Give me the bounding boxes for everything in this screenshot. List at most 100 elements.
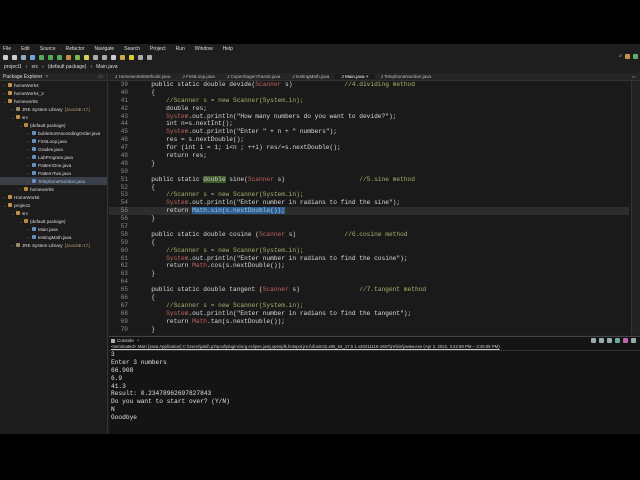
- minimize-icon[interactable]: ▭: [98, 74, 103, 80]
- menu-file[interactable]: File: [3, 46, 11, 52]
- toolbar-button-icon[interactable]: [120, 55, 125, 60]
- console-output[interactable]: 3 Enter 3 numbers 66.908 6.9 41.3 Result: 0.2…: [109, 351, 640, 422]
- breadcrumb-item[interactable]: src: [31, 64, 38, 70]
- toolbar-button-icon[interactable]: [93, 55, 98, 60]
- close-icon[interactable]: ×: [45, 74, 48, 80]
- display-console-icon[interactable]: [631, 338, 636, 343]
- toolbar-button-icon[interactable]: [30, 55, 35, 60]
- toolbar-button-icon[interactable]: [138, 55, 143, 60]
- close-icon[interactable]: ×: [137, 338, 140, 343]
- code-line[interactable]: 51 public static double sine(Scanner s) …: [109, 175, 629, 184]
- code-line[interactable]: 70 }: [109, 326, 629, 334]
- code-line[interactable]: 45 System.out.println("Enter " + n + " n…: [109, 128, 629, 136]
- toolbar-button-icon[interactable]: [102, 55, 107, 60]
- toolbar-button-icon[interactable]: [129, 55, 134, 60]
- tree-item[interactable]: ⌄ src: [0, 209, 107, 217]
- editor-tab[interactable]: J CopenhagenTransit.java: [221, 74, 286, 79]
- tree-item[interactable]: › bubleSortAscendingOrder.java: [0, 129, 107, 137]
- maximize-icon[interactable]: ▭: [632, 74, 636, 80]
- menu-window[interactable]: Window: [195, 46, 213, 52]
- breadcrumb-item[interactable]: Main.java: [96, 64, 117, 70]
- code-area[interactable]: 39 public static double devide(Scanner s…: [109, 81, 629, 334]
- remove-launch-icon[interactable]: [599, 338, 604, 343]
- tree-item[interactable]: ⌄ project1: [0, 201, 107, 209]
- code-line[interactable]: 63 }: [109, 270, 629, 278]
- editor-tab[interactable]: J testingMath.java: [286, 74, 335, 79]
- tree-item[interactable]: › testingMath.java: [0, 233, 107, 241]
- code-line[interactable]: 53 //Scanner s = new Scanner(System.in);: [109, 191, 629, 199]
- close-icon[interactable]: ×: [365, 74, 369, 79]
- code-line[interactable]: 61 System.out.println("Enter number in r…: [109, 255, 629, 263]
- code-line[interactable]: 41 //Scanner s = new Scanner(System.in);: [109, 97, 629, 105]
- code-line[interactable]: 69 return Math.tan(s.nextDouble());: [109, 318, 629, 326]
- code-line[interactable]: 62 return Math.cos(s.nextDouble());: [109, 262, 629, 270]
- tree-item[interactable]: › LabProgram.java: [0, 153, 107, 161]
- code-line[interactable]: 68 System.out.println("Enter number in r…: [109, 310, 629, 318]
- tree-item[interactable]: ⌄ src: [0, 113, 107, 121]
- menu-search[interactable]: Search: [124, 46, 140, 52]
- code-line[interactable]: 42 double res;: [109, 105, 629, 113]
- toolbar-button-icon[interactable]: [48, 55, 53, 60]
- code-line[interactable]: 66 {: [109, 294, 629, 302]
- menu-run[interactable]: Run: [176, 46, 185, 52]
- tree-item[interactable]: › JRE System Library [JavaSE-17]: [0, 105, 107, 113]
- tree-item[interactable]: ⌄ (default package): [0, 217, 107, 225]
- open-perspective-icon[interactable]: [625, 53, 630, 59]
- pin-console-icon[interactable]: [623, 338, 628, 343]
- tree-item[interactable]: ⌄ homework5: [0, 97, 107, 105]
- editor-tab[interactable]: J Homework6Methods.java: [109, 74, 176, 79]
- tree-item[interactable]: › homework5: [0, 185, 107, 193]
- code-editor[interactable]: J Homework6Methods.java J FirstLoop.java J…: [109, 73, 640, 335]
- code-line[interactable]: 52 {: [109, 184, 629, 192]
- toolbar-button-icon[interactable]: [3, 55, 8, 60]
- tree-item[interactable]: › TelephoneNumber.java: [0, 177, 107, 185]
- tree-item[interactable]: › PatternOne.java: [0, 161, 107, 169]
- code-line[interactable]: 48 return res;: [109, 152, 629, 160]
- package-explorer-title[interactable]: Package Explorer: [3, 74, 42, 80]
- toolbar-button-icon[interactable]: [147, 55, 152, 60]
- code-line[interactable]: 44 int n=s.nextInt();: [109, 120, 629, 128]
- menu-edit[interactable]: Edit: [21, 46, 30, 52]
- toolbar-button-icon[interactable]: [75, 55, 80, 60]
- code-line[interactable]: 47 for (int i = 1; i<n ; ++i) res/=s.nex…: [109, 144, 629, 152]
- java-perspective-icon[interactable]: [633, 53, 638, 59]
- code-line[interactable]: 65 public static double tangent (Scanner…: [109, 286, 629, 294]
- toolbar-button-icon[interactable]: [111, 55, 116, 60]
- code-line[interactable]: 64: [109, 278, 629, 286]
- tree-item[interactable]: › homeWork4: [0, 81, 107, 89]
- toolbar-button-icon[interactable]: [57, 55, 62, 60]
- code-line[interactable]: 59 {: [109, 239, 629, 247]
- menu-navigate[interactable]: Navigate: [94, 46, 114, 52]
- menu-help[interactable]: Help: [223, 46, 233, 52]
- code-line[interactable]: 49 }: [109, 160, 629, 168]
- editor-tab[interactable]: J FirstLoop.java: [176, 74, 220, 79]
- toolbar-button-icon[interactable]: [84, 55, 89, 60]
- breadcrumb-item[interactable]: project1: [4, 64, 22, 70]
- menu-project[interactable]: Project: [150, 46, 166, 52]
- code-line[interactable]: 67 //Scanner s = new Scanner(System.in);: [109, 302, 629, 310]
- toolbar-button-icon[interactable]: [39, 55, 44, 60]
- code-line[interactable]: 57: [109, 223, 629, 231]
- terminate-icon[interactable]: [591, 338, 596, 343]
- toolbar-button-icon[interactable]: [12, 55, 17, 60]
- code-line[interactable]: 46 res = s.nextDouble();: [109, 136, 629, 144]
- tree-item[interactable]: ⌄ (default package): [0, 121, 107, 129]
- scroll-lock-icon[interactable]: [615, 338, 620, 343]
- code-line[interactable]: 50: [109, 168, 629, 176]
- code-line[interactable]: 55 return Math.sin(s.nextDouble());: [109, 207, 629, 216]
- tree-item[interactable]: › JRE System Library [JavaSE-17]: [0, 241, 107, 249]
- code-line[interactable]: 40 {: [109, 89, 629, 97]
- code-line[interactable]: 60 //Scanner s = new Scanner(System.in);: [109, 247, 629, 255]
- tree-item[interactable]: › HomeWork6: [0, 193, 107, 201]
- breadcrumb-item[interactable]: (default package): [48, 64, 87, 70]
- menu-source[interactable]: Source: [40, 46, 56, 52]
- tree-item[interactable]: › Main.java: [0, 225, 107, 233]
- search-icon[interactable]: ⌕: [619, 53, 622, 59]
- code-line[interactable]: 56 }: [109, 215, 629, 223]
- editor-overview-ruler[interactable]: [631, 81, 640, 335]
- code-line[interactable]: 39 public static double devide(Scanner s…: [109, 81, 629, 89]
- editor-tab[interactable]: J Main.java ×: [335, 74, 375, 79]
- code-line[interactable]: 43 System.out.println("How many numbers …: [109, 113, 629, 121]
- code-line[interactable]: 54 System.out.println("Enter number in r…: [109, 199, 629, 207]
- clear-console-icon[interactable]: [607, 338, 612, 343]
